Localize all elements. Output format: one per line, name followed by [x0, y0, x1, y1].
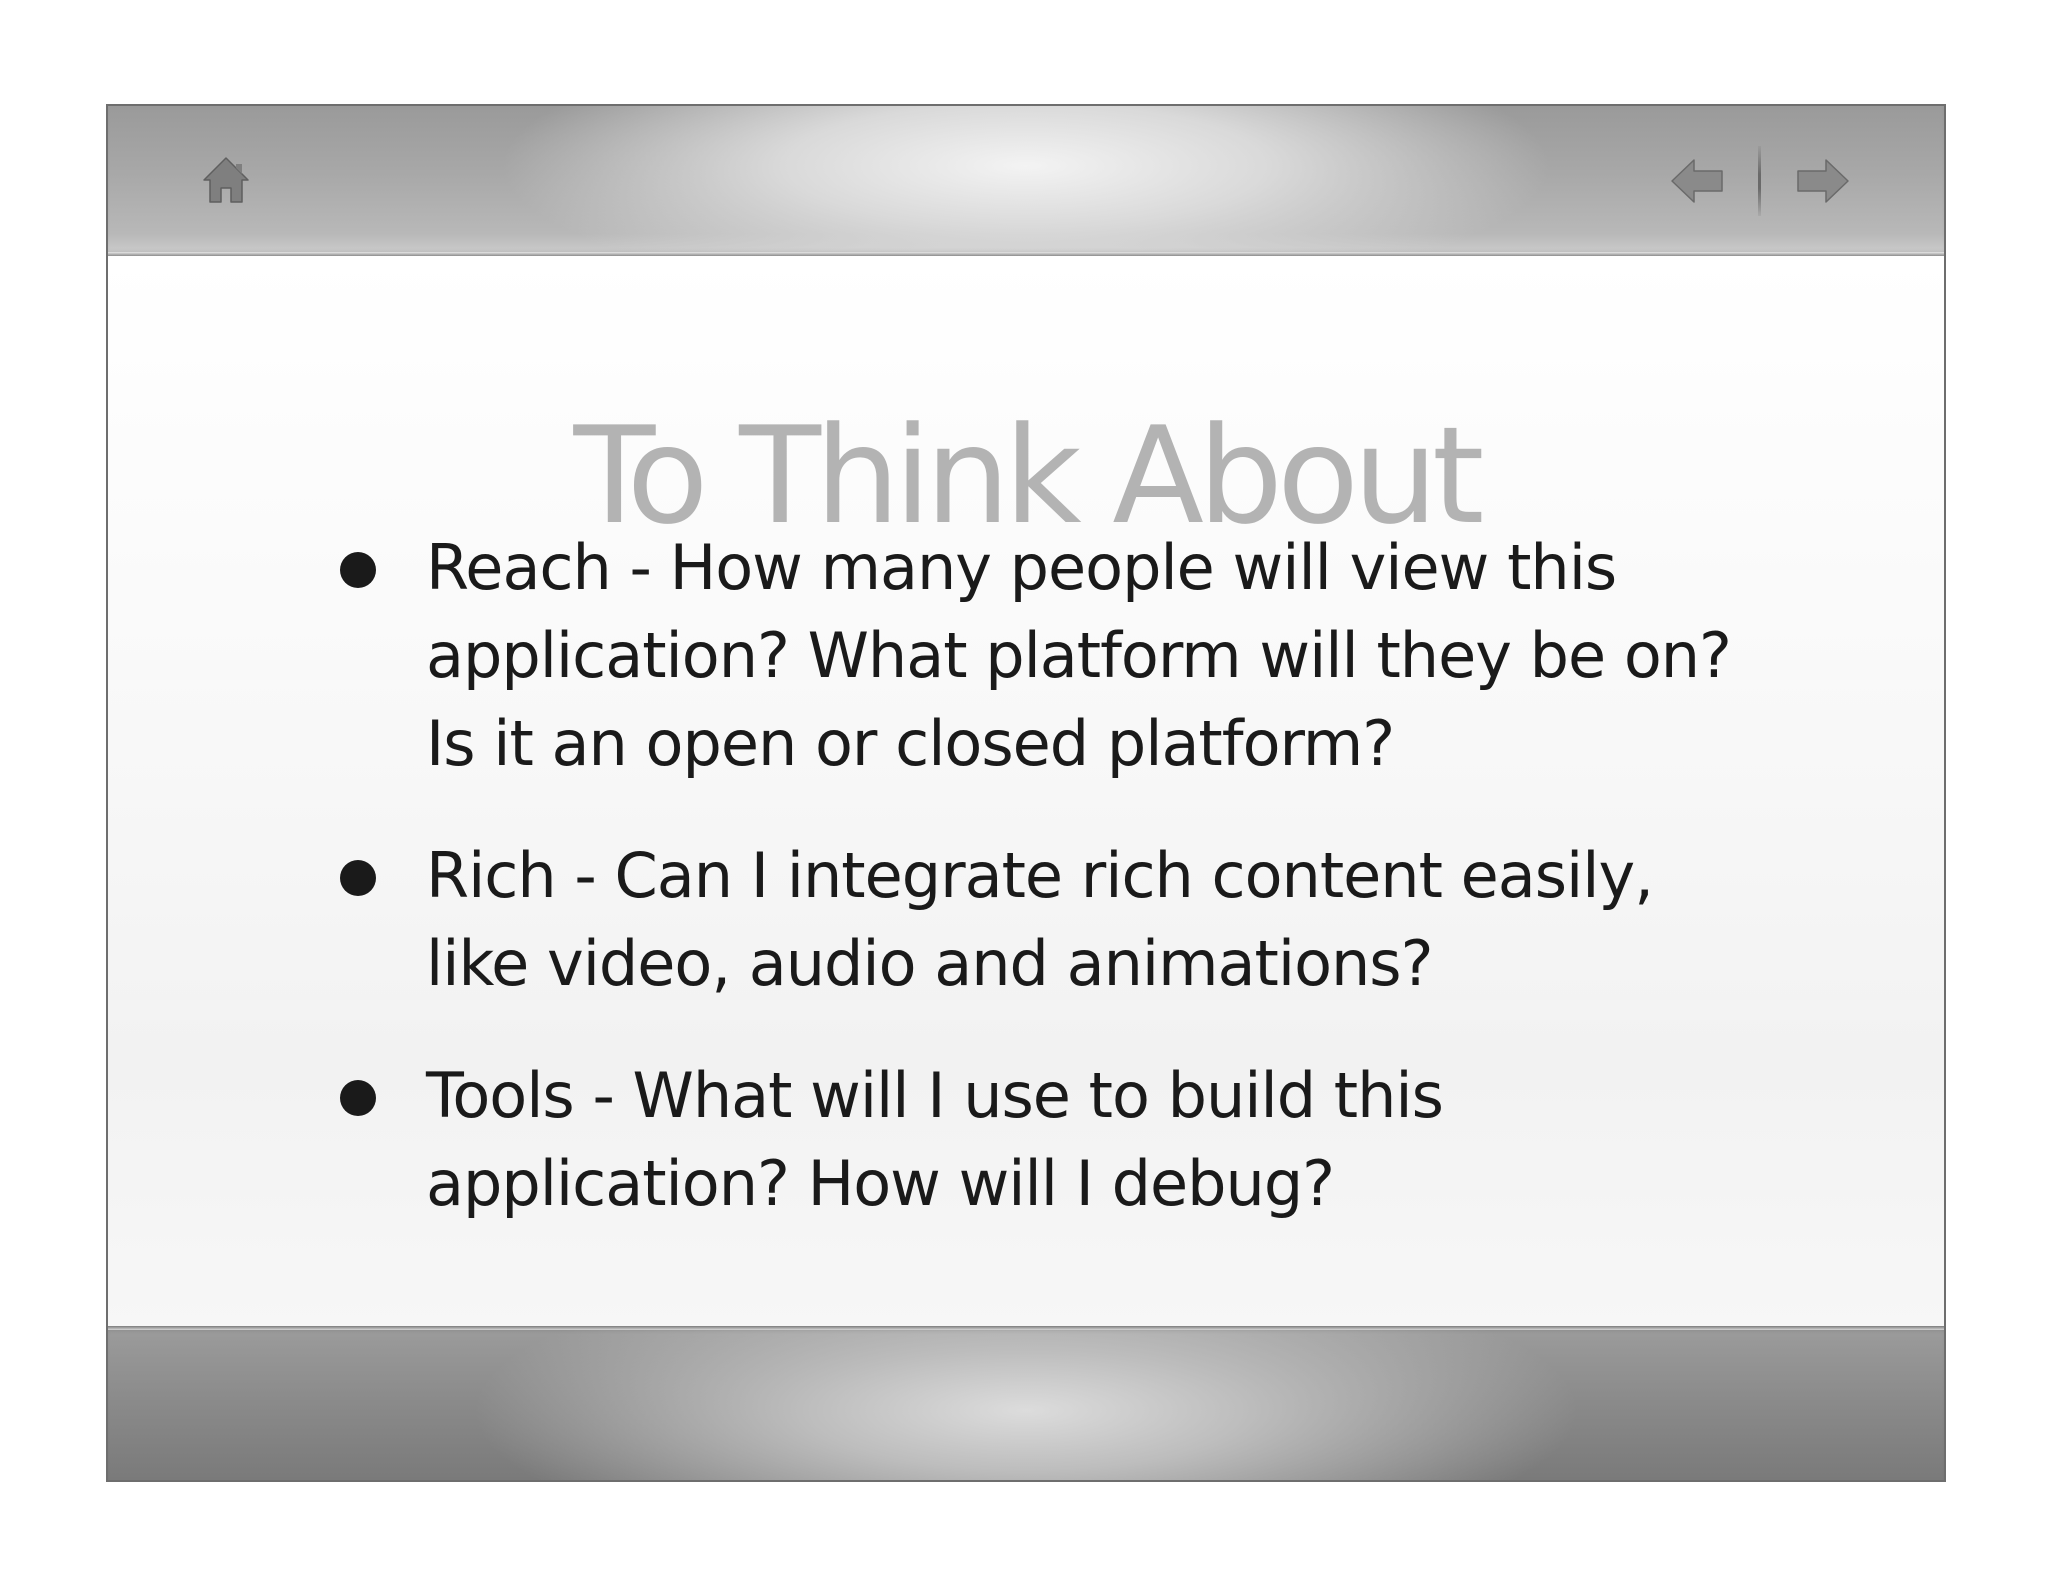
bottom-bar: [108, 1326, 1944, 1480]
bullet-line: application? How will I debug?: [426, 1147, 1335, 1220]
bullet-dot: [340, 552, 376, 588]
nav-divider: [1758, 146, 1761, 216]
bullet-list: Reach - How many people will view this a…: [340, 524, 1860, 1272]
arrow-right-icon[interactable]: [1796, 158, 1850, 204]
bullet-line: Reach - How many people will view this: [426, 531, 1617, 604]
bullet-line: application? What platform will they be …: [426, 619, 1732, 692]
slide: To Think About Reach - How many people w…: [106, 104, 1946, 1482]
bullet-item-tools: Tools - What will I use to build this ap…: [340, 1052, 1860, 1228]
top-toolbar: [108, 106, 1944, 256]
bullet-dot: [340, 1080, 376, 1116]
bullet-line: Rich - Can I integrate rich content easi…: [426, 839, 1654, 912]
bullet-line: like video, audio and animations?: [426, 927, 1434, 1000]
bullet-line: Tools - What will I use to build this: [426, 1059, 1444, 1132]
bullet-line: Is it an open or closed platform?: [426, 707, 1395, 780]
home-icon[interactable]: [200, 154, 252, 206]
slide-navigation: [1670, 146, 1850, 216]
arrow-left-icon[interactable]: [1670, 158, 1724, 204]
bullet-item-rich: Rich - Can I integrate rich content easi…: [340, 832, 1860, 1008]
bullet-item-reach: Reach - How many people will view this a…: [340, 524, 1860, 788]
slide-content: To Think About Reach - How many people w…: [108, 256, 1944, 1330]
bullet-dot: [340, 860, 376, 896]
